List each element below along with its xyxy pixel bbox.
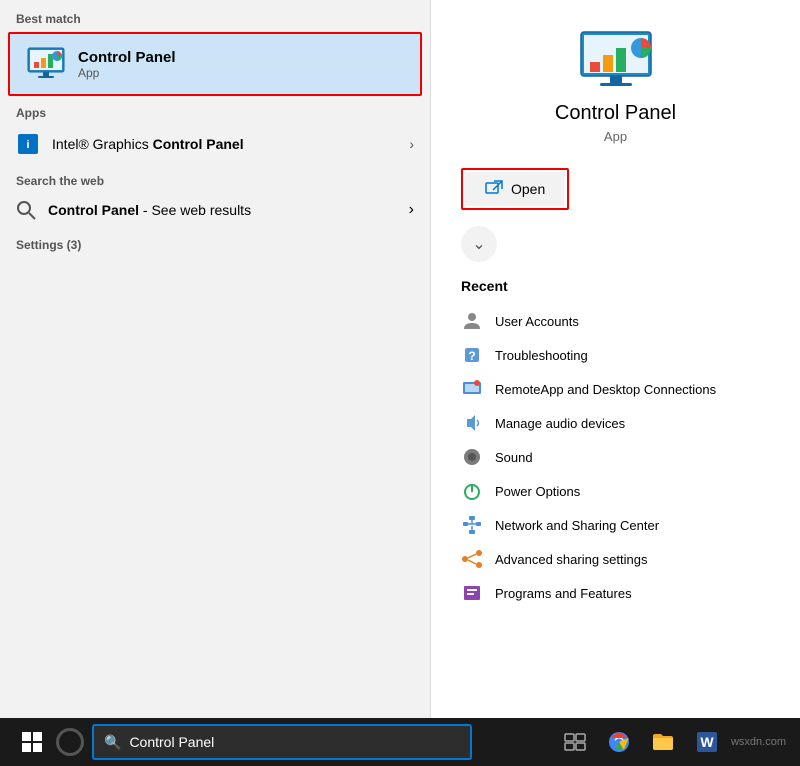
start-button[interactable]: [8, 718, 56, 766]
app-detail-type: App: [604, 129, 627, 144]
recent-item-icon: [461, 446, 483, 468]
recent-item-text: User Accounts: [495, 314, 579, 329]
recent-item-icon: [461, 548, 483, 570]
search-web-icon: [16, 200, 36, 220]
best-match-type: App: [78, 66, 176, 80]
expand-button[interactable]: ⌄: [461, 226, 497, 262]
recent-item[interactable]: RemoteApp and Desktop Connections: [431, 372, 800, 406]
recent-label: Recent: [461, 278, 508, 294]
best-match-name: Control Panel: [78, 49, 176, 66]
recent-item-text: Network and Sharing Center: [495, 518, 659, 533]
left-panel: Best match: [0, 0, 430, 718]
taskbar-search-box[interactable]: 🔍 Control Panel: [92, 724, 472, 760]
open-button[interactable]: Open: [465, 172, 565, 206]
task-view-button[interactable]: [555, 718, 595, 766]
taskbar-app-icons: W wsxdn.com: [555, 718, 792, 766]
cortana-button[interactable]: [56, 728, 84, 756]
wsxdn-label: wsxdn.com: [731, 736, 792, 748]
best-match-item[interactable]: Control Panel App: [8, 32, 422, 96]
search-web-label: Search the web: [0, 164, 430, 192]
right-panel: Control Panel App Open ⌄ Recent User Acc…: [430, 0, 800, 718]
taskbar-search-value: Control Panel: [129, 734, 214, 750]
recent-item-text: Manage audio devices: [495, 416, 625, 431]
app-detail-name: Control Panel: [555, 102, 676, 125]
search-web-item[interactable]: Control Panel - See web results ›: [0, 192, 430, 228]
recent-item-icon: [461, 412, 483, 434]
recent-item[interactable]: ? Troubleshooting: [431, 338, 800, 372]
settings-label: Settings (3): [0, 228, 430, 256]
recent-item[interactable]: Network and Sharing Center: [431, 508, 800, 542]
open-icon: [485, 180, 503, 198]
svg-text:i: i: [26, 139, 29, 151]
search-web-chevron-icon: ›: [409, 201, 414, 219]
control-panel-detail-icon: [576, 30, 656, 90]
word-button[interactable]: W: [687, 718, 727, 766]
open-label: Open: [511, 181, 545, 197]
recent-item-icon: [461, 310, 483, 332]
recent-item-icon: ?: [461, 344, 483, 366]
best-match-text: Control Panel App: [78, 49, 176, 80]
recent-item-text: Power Options: [495, 484, 580, 499]
svg-text:W: W: [700, 734, 714, 750]
control-panel-icon-small: [26, 44, 66, 84]
recent-item[interactable]: Programs and Features: [431, 576, 800, 610]
taskbar: 🔍 Control Panel: [0, 718, 800, 766]
chrome-icon: [607, 730, 631, 754]
file-explorer-icon: [651, 730, 675, 754]
recent-item[interactable]: User Accounts: [431, 304, 800, 338]
word-icon: W: [695, 730, 719, 754]
taskbar-search-icon: 🔍: [104, 734, 121, 751]
recent-item-text: Sound: [495, 450, 533, 465]
best-match-label: Best match: [0, 0, 430, 32]
file-explorer-button[interactable]: [643, 718, 683, 766]
recent-item[interactable]: Advanced sharing settings: [431, 542, 800, 576]
apps-label: Apps: [0, 96, 430, 124]
chevron-down-icon: ⌄: [472, 234, 485, 254]
recent-item-text: Troubleshooting: [495, 348, 588, 363]
recent-item[interactable]: Manage audio devices: [431, 406, 800, 440]
svg-text:?: ?: [468, 349, 475, 363]
task-view-icon: [564, 733, 586, 751]
recent-item-icon: [461, 514, 483, 536]
intel-graphics-text: Intel® Graphics Control Panel: [52, 136, 409, 152]
open-button-wrapper: Open: [461, 168, 569, 210]
intel-icon: i: [16, 132, 40, 156]
recent-item-text: Advanced sharing settings: [495, 552, 647, 567]
recent-item-icon: [461, 378, 483, 400]
search-web-text: Control Panel - See web results: [48, 202, 409, 218]
recent-item[interactable]: Sound: [431, 440, 800, 474]
recent-item-icon: [461, 582, 483, 604]
intel-chevron-icon: ›: [409, 136, 414, 152]
recent-list: User Accounts ? Troubleshooting RemoteAp…: [431, 304, 800, 610]
recent-item[interactable]: Power Options: [431, 474, 800, 508]
chrome-button[interactable]: [599, 718, 639, 766]
intel-graphics-item[interactable]: i Intel® Graphics Control Panel ›: [0, 124, 430, 164]
recent-item-text: RemoteApp and Desktop Connections: [495, 382, 716, 397]
recent-item-text: Programs and Features: [495, 586, 632, 601]
windows-logo-icon: [22, 732, 42, 752]
recent-item-icon: [461, 480, 483, 502]
